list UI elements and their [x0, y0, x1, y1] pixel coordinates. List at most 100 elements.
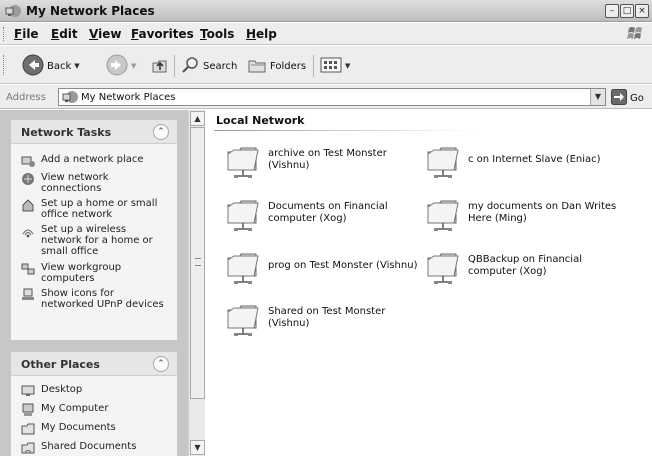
network-share-item[interactable]: Shared on Test Monster (Vishnu)	[224, 298, 418, 338]
workgroup-icon	[21, 263, 35, 275]
network-folder-icon	[427, 147, 459, 178]
network-places-icon	[62, 90, 78, 107]
menu-bar: File Edit View Favorites Tools Help	[0, 23, 652, 45]
views-icon	[320, 56, 342, 77]
place-shared-documents[interactable]: Shared Documents	[21, 441, 169, 455]
network-folder-icon	[227, 253, 259, 284]
minimize-button[interactable]: –	[605, 4, 619, 18]
wireless-network-icon	[22, 229, 34, 238]
group-divider	[214, 130, 474, 131]
address-label: Address	[6, 92, 46, 103]
task-add-network-place[interactable]: Add a network place	[21, 154, 169, 168]
forward-button[interactable]: ▼	[106, 54, 136, 77]
other-places-panel: Other Places ⌃ Desktop My Computer My Do…	[11, 352, 177, 456]
scroll-up-button[interactable]: ▲	[190, 111, 205, 126]
network-share-item[interactable]: c on Internet Slave (Eniac)	[424, 140, 618, 180]
share-label: prog on Test Monster (Vishnu)	[268, 260, 418, 271]
menu-file[interactable]: File	[14, 27, 39, 41]
share-label: Shared on Test Monster (Vishnu)	[268, 306, 386, 329]
network-tasks-header[interactable]: Network Tasks ⌃	[11, 120, 177, 144]
menu-tools[interactable]: Tools	[200, 27, 234, 41]
network-folder-icon	[227, 305, 259, 336]
network-tasks-panel: Network Tasks ⌃ Add a network place View…	[11, 120, 177, 340]
views-button[interactable]: ▼	[320, 55, 350, 77]
task-label: Set up a wireless network for a home or …	[41, 224, 153, 257]
forward-dropdown-icon[interactable]: ▼	[131, 62, 136, 70]
network-share-item[interactable]: prog on Test Monster (Vishnu)	[224, 246, 418, 286]
task-wireless-network[interactable]: Set up a wireless network for a home or …	[21, 224, 169, 257]
desktop-icon	[21, 385, 35, 396]
task-view-workgroup[interactable]: View workgroup computers	[21, 262, 169, 284]
network-share-item[interactable]: archive on Test Monster (Vishnu)	[224, 140, 418, 180]
toolbar-grip	[3, 55, 5, 75]
file-list-view: Local Network archive on Test Monster (V…	[206, 110, 652, 456]
menu-edit[interactable]: Edit	[51, 27, 78, 41]
other-places-header[interactable]: Other Places ⌃	[11, 352, 177, 376]
close-button[interactable]: ×	[635, 4, 649, 18]
address-value: My Network Places	[81, 92, 176, 103]
up-folder-icon	[150, 55, 170, 78]
go-arrow-icon	[611, 89, 627, 108]
place-label: Desktop	[41, 384, 83, 395]
search-button[interactable]: Search	[180, 55, 237, 77]
window-title: My Network Places	[26, 4, 155, 18]
network-share-item[interactable]: QBBackup on Financial computer (Xog)	[424, 246, 618, 286]
task-pane: Network Tasks ⌃ Add a network place View…	[0, 110, 188, 456]
address-input[interactable]: My Network Places ▼	[58, 88, 606, 106]
address-bar: Address My Network Places ▼ Go	[0, 85, 652, 109]
up-folder-button[interactable]	[150, 55, 170, 77]
scroll-down-button[interactable]: ▼	[190, 440, 205, 455]
task-pane-scrollbar[interactable]: ▲ ▼	[188, 110, 205, 456]
task-label: Add a network place	[41, 154, 144, 165]
share-label: my documents on Dan Writes Here (Ming)	[468, 201, 617, 224]
back-dropdown-icon[interactable]: ▼	[74, 62, 79, 70]
task-show-upnp[interactable]: Show icons for networked UPnP devices	[21, 288, 169, 310]
address-dropdown-icon[interactable]: ▼	[590, 89, 605, 105]
search-label: Search	[203, 60, 238, 72]
menu-favorites[interactable]: Favorites	[131, 27, 194, 41]
go-label: Go	[630, 93, 644, 104]
maximize-button[interactable]: □	[620, 4, 634, 18]
my-computer-icon	[22, 403, 34, 416]
folders-icon	[247, 55, 267, 78]
group-header: Local Network	[216, 114, 305, 127]
my-documents-icon	[21, 423, 35, 435]
place-my-computer[interactable]: My Computer	[21, 403, 169, 417]
menu-grip	[3, 27, 5, 41]
share-label: c on Internet Slave (Eniac)	[468, 154, 601, 165]
upnp-icon	[22, 288, 34, 300]
task-home-network[interactable]: Set up a home or small office network	[21, 198, 169, 220]
menu-view[interactable]: View	[89, 27, 121, 41]
place-label: My Documents	[41, 422, 116, 433]
folders-button[interactable]: Folders	[247, 55, 306, 77]
title-bar[interactable]: My Network Places – □ ×	[0, 0, 652, 22]
windows-logo-icon	[626, 25, 646, 46]
place-label: Shared Documents	[41, 441, 137, 452]
other-places-title: Other Places	[21, 358, 100, 371]
task-view-network-connections[interactable]: View network connections	[21, 172, 169, 194]
share-label: Documents on Financial computer (Xog)	[268, 201, 388, 224]
go-button[interactable]: Go	[611, 89, 644, 108]
network-places-icon	[5, 4, 21, 21]
network-share-item[interactable]: my documents on Dan Writes Here (Ming)	[424, 193, 618, 233]
task-label: Set up a home or small office network	[41, 198, 158, 220]
task-label: Show icons for networked UPnP devices	[41, 288, 164, 310]
place-my-documents[interactable]: My Documents	[21, 422, 169, 436]
network-share-item[interactable]: Documents on Financial computer (Xog)	[224, 193, 418, 233]
place-desktop[interactable]: Desktop	[21, 384, 169, 398]
collapse-chevron-icon[interactable]: ⌃	[153, 356, 169, 372]
network-connections-icon	[22, 173, 34, 185]
collapse-chevron-icon[interactable]: ⌃	[153, 124, 169, 140]
back-button[interactable]: Back ▼	[22, 54, 80, 77]
views-dropdown-icon[interactable]: ▼	[345, 62, 350, 70]
add-network-place-icon	[21, 156, 35, 167]
home-network-icon	[22, 199, 34, 212]
scroll-thumb[interactable]	[190, 127, 205, 399]
standard-toolbar: Back ▼ ▼ Search Folders ▼	[0, 46, 652, 84]
network-folder-icon	[227, 147, 259, 178]
folders-label: Folders	[270, 60, 307, 72]
shared-documents-icon	[21, 442, 35, 454]
menu-help[interactable]: Help	[246, 27, 277, 41]
task-label: View network connections	[41, 172, 109, 194]
back-label: Back	[47, 60, 72, 72]
